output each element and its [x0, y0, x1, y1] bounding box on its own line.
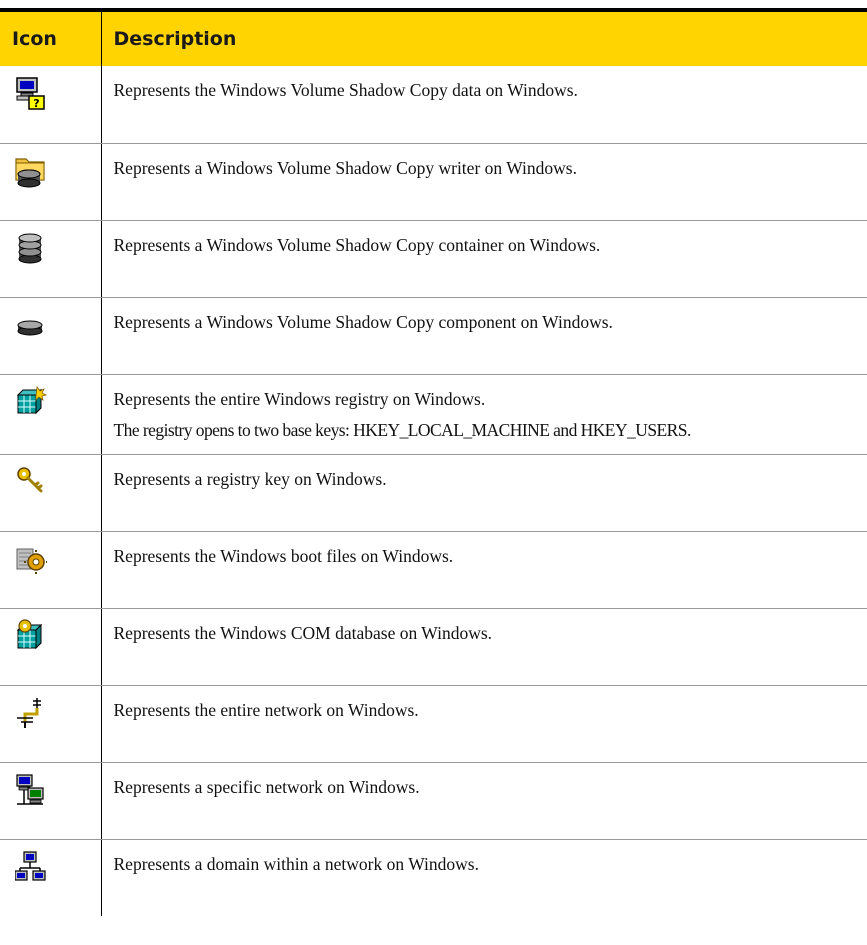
vss-writer-icon — [15, 154, 47, 188]
svg-text:?: ? — [33, 97, 39, 110]
description-cell: Represents the entire network on Windows… — [100, 685, 867, 763]
description-text: Represents the entire network on Windows… — [113, 699, 419, 720]
description-cell: Represents a Windows Volume Shadow Copy … — [100, 220, 867, 298]
description-cell: Represents a specific network on Windows… — [100, 762, 867, 840]
description-text: Represents the Windows Volume Shadow Cop… — [113, 80, 578, 100]
registry-icon — [15, 385, 47, 419]
vss-data-icon: ? — [15, 76, 47, 110]
table-header-row: Icon Description — [0, 8, 867, 66]
description-cell: Represents the Windows COM database on W… — [100, 608, 867, 686]
description-column-header: Description — [100, 8, 867, 66]
table-row: Represents the Windows COM database on W… — [0, 608, 867, 686]
table-row: Represents a domain within a network on … — [0, 839, 867, 916]
vss-component-icon — [15, 308, 47, 342]
description-cell: Represents a Windows Volume Shadow Copy … — [100, 143, 867, 221]
domain-icon — [15, 850, 47, 884]
description-cell: Represents the Windows Volume Shadow Cop… — [100, 66, 867, 144]
registry-key-icon — [15, 465, 47, 499]
table-row: ? Represents the Windows Volume Shadow C… — [0, 66, 867, 144]
description-text: Represents a Windows Volume Shadow Copy … — [113, 157, 577, 178]
description-text: Represents a Windows Volume Shadow Copy … — [113, 311, 613, 332]
table-row: Represents the entire Windows registry o… — [0, 374, 867, 455]
description-note: The registry opens to two base keys: HKE… — [113, 419, 692, 440]
com-database-icon — [15, 618, 47, 653]
description-cell: Represents the entire Windows registry o… — [100, 374, 867, 455]
description-text: Represents the Windows boot files on Win… — [113, 545, 454, 566]
boot-files-icon — [15, 542, 47, 576]
table-row: Represents a specific network on Windows… — [0, 762, 867, 840]
description-text: Represents a domain within a network on … — [113, 853, 479, 874]
description-text: Represents a specific network on Windows… — [113, 776, 420, 797]
description-text: Represents the entire Windows registry o… — [113, 388, 486, 409]
description-text: Represents a registry key on Windows. — [113, 468, 387, 489]
icon-column-header: Icon — [0, 8, 101, 66]
icon-description-table: Icon Description ? Represents the Window… — [0, 8, 867, 916]
description-cell: Represents the Windows boot files on Win… — [100, 531, 867, 609]
specific-network-icon — [15, 773, 47, 807]
table-row: Represents a registry key on Windows. — [0, 454, 867, 532]
table-row: Represents a Windows Volume Shadow Copy … — [0, 143, 867, 221]
table-row: Represents a Windows Volume Shadow Copy … — [0, 297, 867, 375]
description-cell: Represents a domain within a network on … — [100, 839, 867, 916]
description-text: Represents a Windows Volume Shadow Copy … — [113, 234, 601, 255]
description-cell: Represents a registry key on Windows. — [100, 454, 867, 532]
table-row: Represents the Windows boot files on Win… — [0, 531, 867, 609]
vss-container-icon — [15, 231, 47, 265]
description-cell: Represents a Windows Volume Shadow Copy … — [100, 297, 867, 375]
table-row: Represents a Windows Volume Shadow Copy … — [0, 220, 867, 298]
entire-network-icon — [15, 696, 47, 730]
description-text: Represents the Windows COM database on W… — [113, 622, 493, 643]
table-row: Represents the entire network on Windows… — [0, 685, 867, 763]
